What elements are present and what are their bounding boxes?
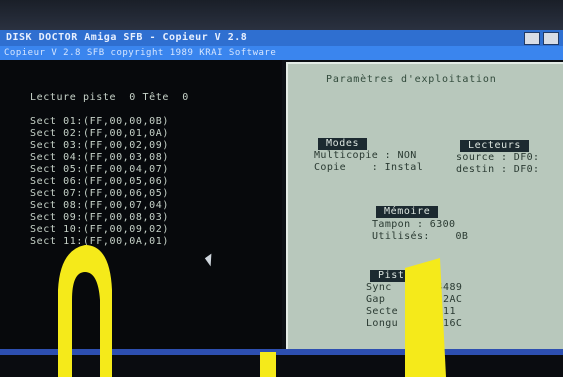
yellow-letter-c-shape [58,245,112,377]
yellow-letter-a-shape [405,258,446,377]
yellow-overlay-shapes [58,245,446,377]
yellow-bar-shape [260,352,276,377]
amiga-screen: DISK DOCTOR Amiga SFB - Copieur V 2.8 Co… [0,0,563,377]
